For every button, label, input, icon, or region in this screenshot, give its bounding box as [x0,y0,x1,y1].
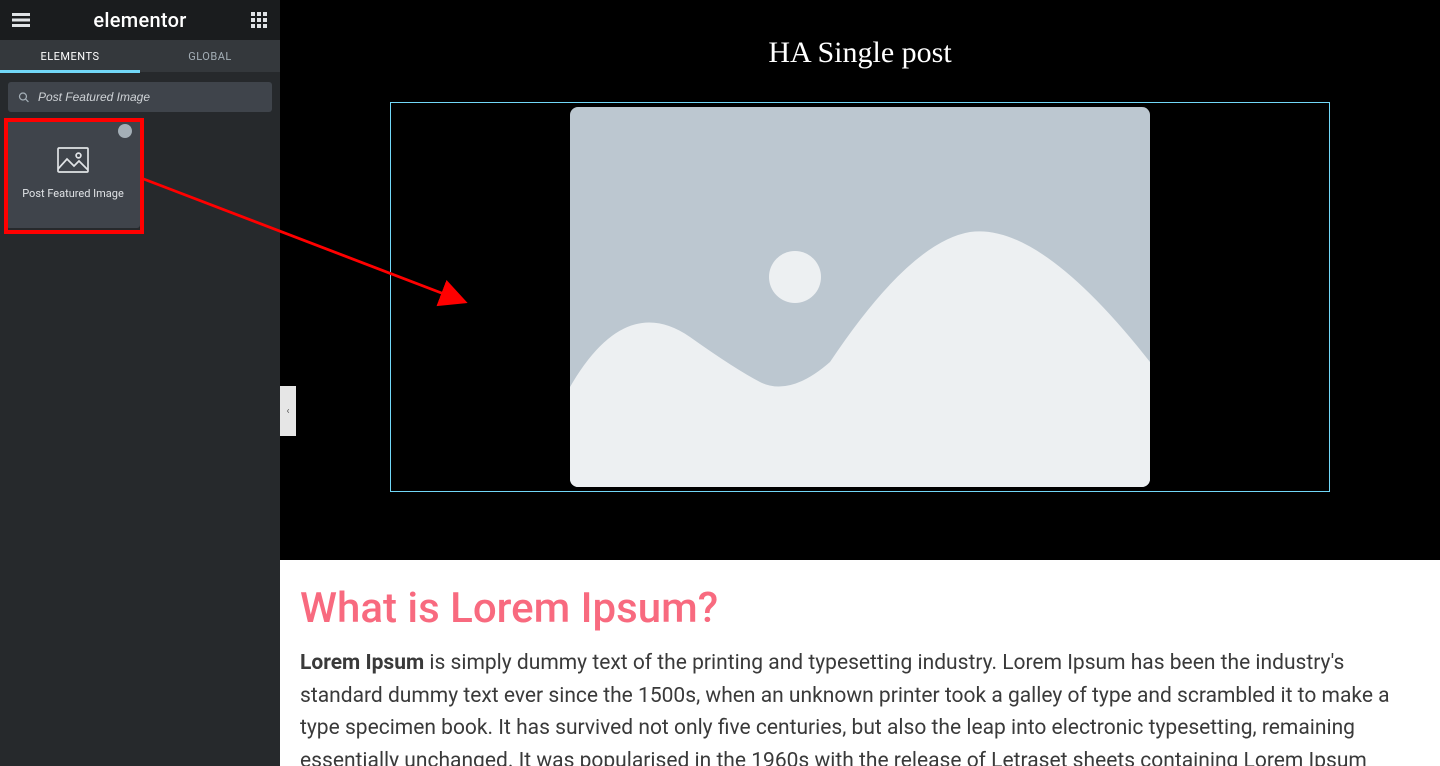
hamburger-icon[interactable] [12,11,30,29]
search-icon [18,91,30,104]
tab-global[interactable]: GLOBAL [140,40,280,72]
panel-collapse-handle[interactable]: ‹ [280,386,296,436]
apps-grid-icon[interactable] [250,11,268,29]
post-content-section: What is Lorem Ipsum? Lorem Ipsum is simp… [280,560,1440,766]
post-paragraph: Lorem Ipsum is simply dummy text of the … [300,647,1420,766]
search-row [0,72,280,118]
editor-canvas: HA Single post What is Lorem Ipsum? Lore… [280,0,1440,766]
hero-section[interactable]: HA Single post [280,0,1440,560]
image-icon [57,147,89,173]
widget-pro-badge-icon [118,124,132,138]
post-paragraph-strong: Lorem Ipsum [300,651,424,675]
post-paragraph-rest: is simply dummy text of the printing and… [300,651,1390,766]
image-placeholder-icon [570,107,1150,487]
search-input[interactable] [38,90,262,104]
chevron-left-icon: ‹ [286,406,289,417]
panel-tabs: ELEMENTS GLOBAL [0,40,280,72]
widget-post-featured-image[interactable]: Post Featured Image [6,118,140,228]
panel-topbar: elementor [0,0,280,40]
tab-elements[interactable]: ELEMENTS [0,40,140,72]
post-heading: What is Lorem Ipsum? [300,584,1420,633]
brand-logo: elementor [93,8,186,32]
featured-image-widget-frame[interactable] [390,102,1330,492]
elementor-panel: elementor ELEMENTS GLOBAL [0,0,280,766]
widget-grid: Post Featured Image [0,118,280,228]
page-title: HA Single post [280,36,1440,70]
search-box[interactable] [8,82,272,112]
widget-label: Post Featured Image [22,187,124,200]
